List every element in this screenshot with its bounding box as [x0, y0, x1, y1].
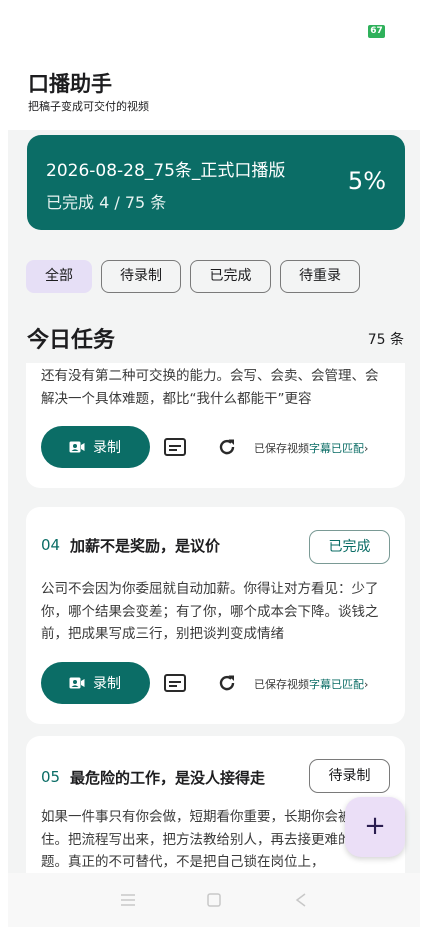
status-button[interactable]: 待录制 [309, 759, 390, 793]
saved-video-text: 已保存视频 [254, 442, 309, 455]
subtitles-matched-text: 字幕已匹配 [309, 442, 364, 455]
section-title: 今日任务 [27, 328, 116, 353]
chevron-right-icon: › [364, 678, 369, 691]
project-banner[interactable]: 2026-08-28_75条_正式口播版 已完成 4 / 75 条 5% [27, 135, 405, 230]
project-percent: 5% [347, 167, 386, 195]
add-task-button[interactable]: + [345, 797, 405, 857]
app-title: 口播助手 [28, 72, 112, 96]
record-label: 录制 [93, 440, 121, 456]
filter-chip-re-record[interactable]: 待重录 [280, 260, 360, 293]
task-number: 05 [41, 768, 61, 786]
section-count: 75 条 [367, 332, 404, 348]
task-number: 04 [41, 536, 61, 554]
status-bar: 67 [8, 8, 420, 48]
battery-icon: 67 [368, 25, 385, 38]
task-card[interactable]: 还有没有第二种可交换的能力。会写、会卖、会管理、会解决一个具体难题，都比“我什么… [26, 363, 405, 488]
subtitles-matched-text: 字幕已匹配 [309, 678, 364, 691]
saved-status[interactable]: 已保存视频字幕已匹配› [254, 440, 368, 456]
video-camera-icon [69, 441, 85, 453]
status-button[interactable]: 已完成 [309, 530, 390, 564]
menu-icon[interactable] [120, 893, 136, 907]
task-card[interactable]: 04 加薪不是奖励，是议价 已完成 公司不会因为你委屈就自动加薪。你得让对方看见… [26, 507, 405, 724]
video-camera-icon [69, 677, 85, 689]
project-progress: 已完成 4 / 75 条 [46, 193, 167, 212]
app-frame: 67 口播助手 把稿子变成可交付的视频 2026-08-28_75条_正式口播版… [8, 8, 420, 927]
refresh-icon[interactable] [217, 673, 237, 693]
subtitles-icon[interactable] [164, 438, 186, 456]
task-body: 还有没有第二种可交换的能力。会写、会卖、会管理、会解决一个具体难题，都比“我什么… [41, 368, 379, 407]
chevron-right-icon: › [364, 442, 369, 455]
task-body: 如果一件事只有你会做，短期看你重要，长期你会被困住。把流程写出来，把方法教给别人… [41, 809, 365, 870]
system-nav-bar [8, 873, 420, 927]
refresh-icon[interactable] [217, 437, 237, 457]
filter-chip-done[interactable]: 已完成 [190, 260, 271, 293]
app-header: 口播助手 把稿子变成可交付的视频 [8, 48, 420, 130]
subtitles-icon[interactable] [164, 674, 186, 692]
app-subtitle: 把稿子变成可交付的视频 [28, 100, 149, 113]
record-label: 录制 [93, 676, 121, 692]
square-home-icon[interactable] [207, 893, 221, 907]
task-title: 最危险的工作，是没人接得走 [70, 769, 266, 787]
record-button[interactable]: 录制 [41, 662, 150, 704]
task-title: 加薪不是奖励，是议价 [70, 537, 221, 555]
project-title: 2026-08-28_75条_正式口播版 [46, 161, 286, 181]
filter-chip-all[interactable]: 全部 [26, 260, 92, 293]
saved-status[interactable]: 已保存视频字幕已匹配› [254, 676, 368, 692]
record-button[interactable]: 录制 [41, 426, 150, 468]
plus-icon: + [364, 811, 386, 841]
filter-chip-to-record[interactable]: 待录制 [101, 260, 181, 293]
back-triangle-icon[interactable] [295, 893, 307, 907]
saved-video-text: 已保存视频 [254, 678, 309, 691]
task-body: 公司不会因为你委屈就自动加薪。你得让对方看见：少了你，哪个结果会变差；有了你，哪… [41, 581, 379, 642]
